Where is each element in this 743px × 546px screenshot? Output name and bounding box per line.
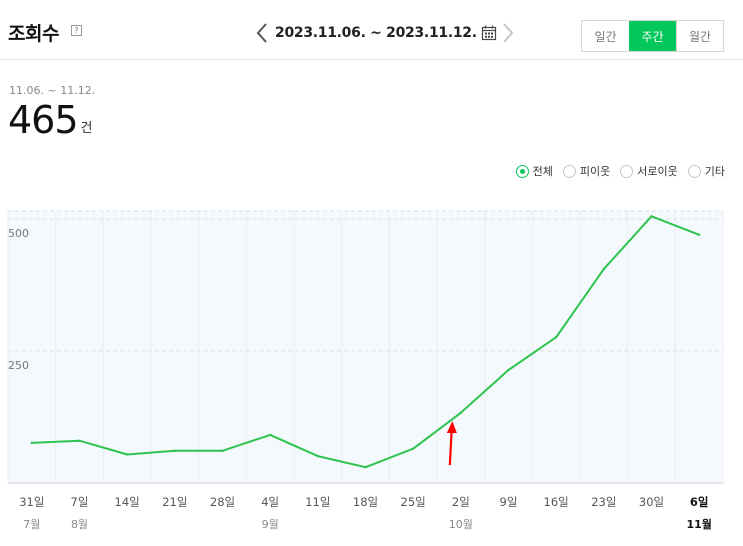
data-point bbox=[316, 454, 320, 458]
filter-other[interactable]: 기타 bbox=[687, 163, 725, 179]
x-month-label: 11월 bbox=[686, 517, 711, 531]
period-tabs: 일간 주간 월간 bbox=[581, 20, 724, 52]
x-month-label: 9월 bbox=[262, 518, 279, 531]
data-point bbox=[554, 336, 558, 339]
data-point bbox=[268, 433, 272, 437]
data-point bbox=[30, 441, 34, 445]
chevron-left-icon[interactable] bbox=[255, 20, 269, 46]
tab-weekly[interactable]: 주간 bbox=[629, 21, 676, 51]
x-tick-label: 28일 bbox=[210, 495, 235, 509]
y-tick-label: 500 bbox=[8, 227, 29, 240]
summary-range: 11.06. ~ 11.12. bbox=[9, 84, 96, 97]
data-point bbox=[125, 453, 129, 456]
data-point bbox=[697, 233, 701, 236]
data-point bbox=[411, 447, 415, 450]
data-point bbox=[364, 465, 367, 469]
radio-icon[interactable] bbox=[620, 164, 634, 178]
x-tick-label: 14일 bbox=[115, 495, 140, 509]
header-divider bbox=[0, 59, 743, 60]
data-point bbox=[221, 449, 224, 452]
y-tick-label: 250 bbox=[8, 359, 29, 372]
x-month-label: 8월 bbox=[71, 518, 88, 531]
x-tick-label: 7일 bbox=[71, 495, 89, 509]
calendar-icon[interactable] bbox=[481, 25, 497, 41]
x-tick-label: 31일 bbox=[19, 495, 44, 509]
x-tick-label: 6일 bbox=[690, 495, 709, 509]
data-point bbox=[78, 439, 81, 442]
radio-icon[interactable] bbox=[562, 164, 576, 178]
filter-label: 전체 bbox=[532, 165, 553, 178]
radio-icon[interactable] bbox=[687, 164, 701, 178]
plot-background bbox=[8, 211, 723, 483]
data-point bbox=[459, 411, 463, 414]
x-tick-label: 4일 bbox=[261, 495, 279, 509]
data-point bbox=[173, 449, 177, 452]
x-month-label: 7월 bbox=[23, 518, 40, 531]
x-tick-label: 16일 bbox=[544, 495, 569, 509]
filter-neighbor[interactable]: 피이웃 bbox=[562, 163, 611, 179]
tab-daily[interactable]: 일간 bbox=[582, 21, 629, 51]
total-count: 465 bbox=[8, 98, 79, 142]
tab-monthly[interactable]: 월간 bbox=[676, 21, 723, 51]
x-tick-label: 18일 bbox=[353, 495, 378, 509]
total-unit: 건 bbox=[80, 121, 93, 136]
page-title: 조회수 bbox=[8, 23, 59, 45]
help-icon[interactable]: ? bbox=[71, 25, 82, 36]
x-tick-label: 21일 bbox=[162, 495, 187, 509]
x-tick-label: 30일 bbox=[639, 495, 664, 509]
x-month-label: 10월 bbox=[449, 518, 473, 531]
x-tick-label: 23일 bbox=[591, 495, 616, 509]
views-line-chart: 250 500 31일 7월 7일 8월 14일 21일 28일 4일 9월 11일 18일 25일 2일 1… bbox=[7, 210, 724, 531]
data-point bbox=[650, 215, 653, 218]
x-tick-label: 9일 bbox=[500, 495, 518, 509]
filter-label: 서로이웃 bbox=[637, 165, 678, 178]
date-navigator: 2023.11.06. ~ 2023.11.12. bbox=[255, 20, 515, 46]
chevron-right-icon[interactable] bbox=[501, 20, 515, 46]
data-point bbox=[602, 267, 606, 271]
filter-label: 기타 bbox=[704, 165, 725, 178]
data-point bbox=[507, 368, 510, 372]
date-range-label: 2023.11.06. ~ 2023.11.12. bbox=[275, 25, 477, 41]
filter-label: 피이웃 bbox=[579, 165, 611, 178]
visitor-filter: 전체 피이웃 서로이웃 기타 bbox=[506, 163, 725, 179]
filter-all[interactable]: 전체 bbox=[515, 163, 553, 179]
x-tick-label: 11일 bbox=[305, 495, 330, 509]
filter-mutual-neighbor[interactable]: 서로이웃 bbox=[620, 163, 678, 179]
x-tick-label: 2일 bbox=[452, 495, 470, 509]
radio-selected-icon[interactable] bbox=[515, 164, 529, 178]
total-views: 465 건 bbox=[8, 100, 93, 140]
x-tick-label: 25일 bbox=[401, 495, 426, 509]
